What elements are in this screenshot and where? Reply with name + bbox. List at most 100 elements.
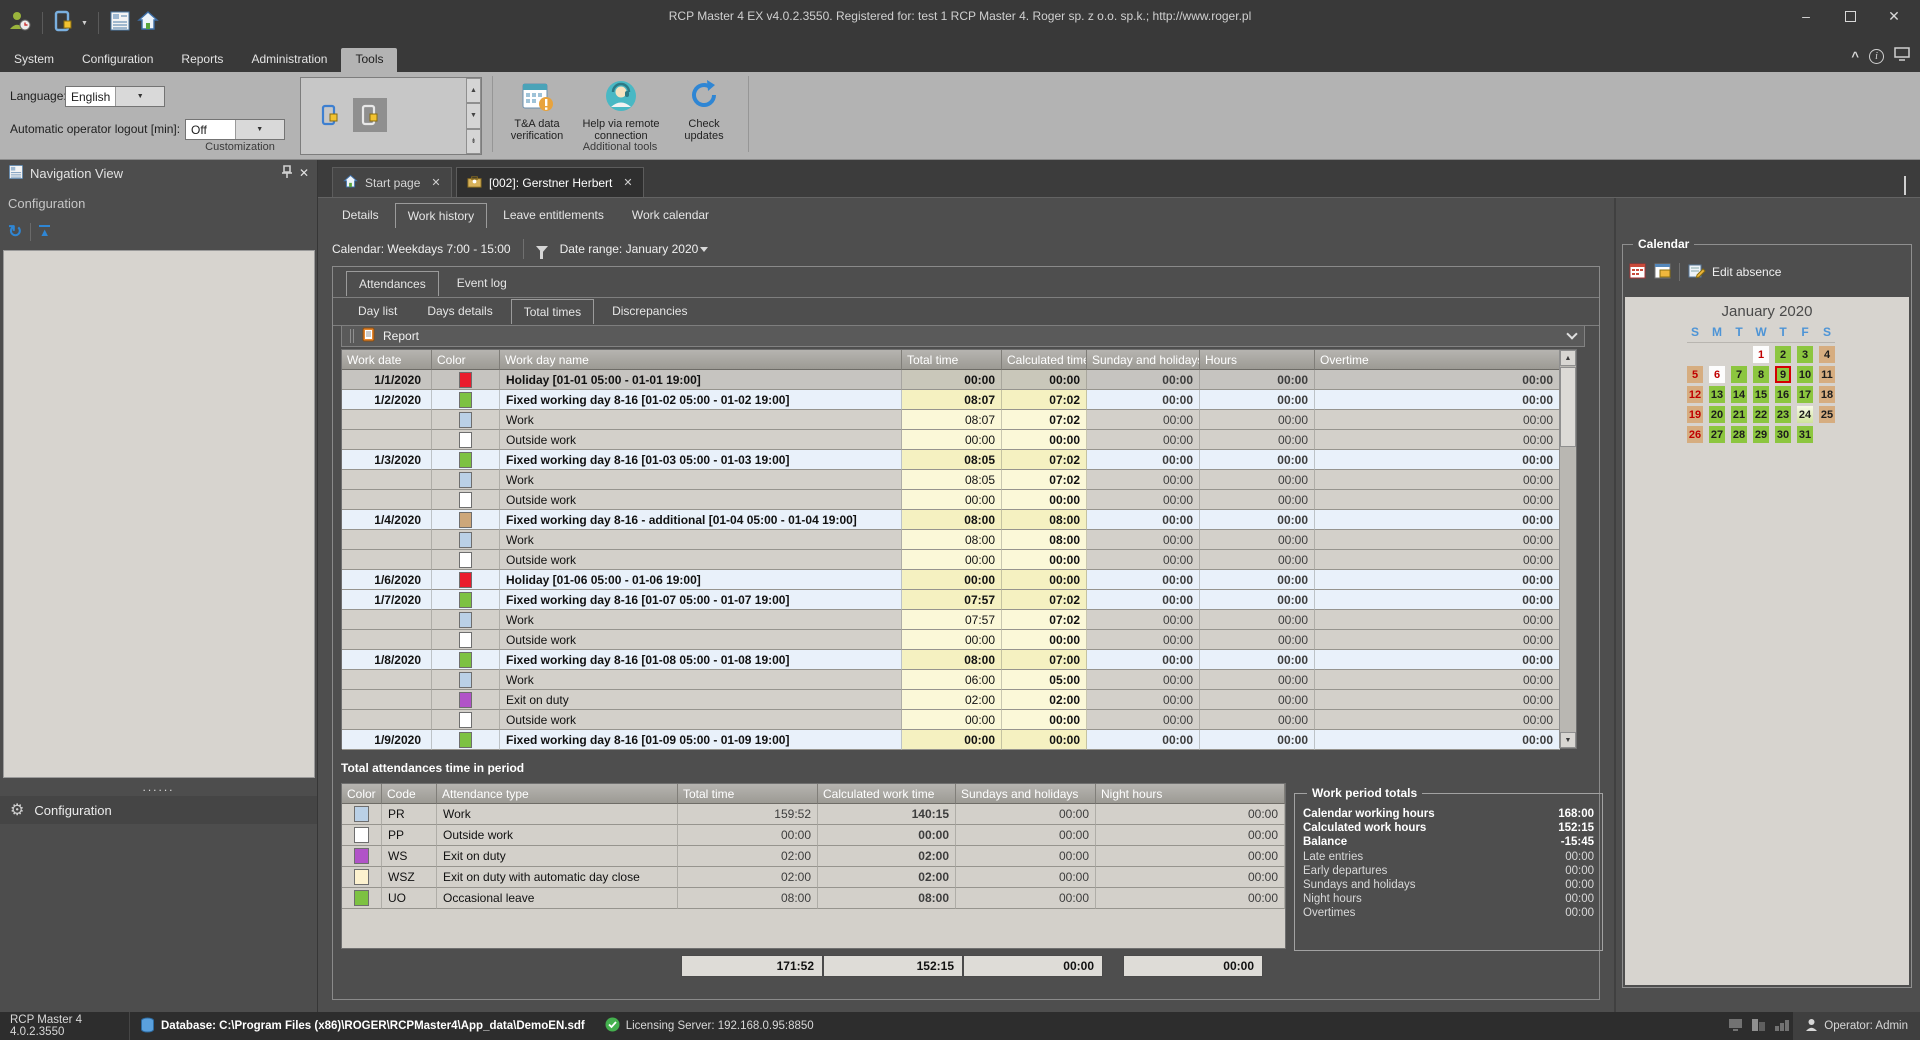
calendar-day-cell[interactable]: 15 <box>1753 386 1769 403</box>
menu-tab-administration[interactable]: Administration <box>237 48 341 72</box>
calendar-day-cell[interactable]: 22 <box>1753 406 1769 423</box>
edit-absence-button[interactable]: Edit absence <box>1688 263 1781 282</box>
calendar-day-cell[interactable]: 6 <box>1709 366 1725 383</box>
summary-row[interactable]: PP Outside work 00:00 00:00 00:00 00:00 <box>342 825 1285 846</box>
table-row[interactable]: Outside work 00:00 00:00 00:00 00:00 00:00 <box>342 490 1560 510</box>
table-row[interactable]: 1/7/2020 Fixed working day 8-16 [01-07 05… <box>342 590 1560 610</box>
column-header[interactable]: Night hours <box>1096 784 1285 804</box>
column-header[interactable]: Attendance type <box>437 784 678 804</box>
column-header[interactable]: Color <box>432 350 500 370</box>
vertical-scrollbar[interactable]: ▲ ▼ <box>1559 350 1576 748</box>
scroll-down-icon[interactable]: ▼ <box>466 103 481 129</box>
close-panel-icon[interactable]: ✕ <box>299 166 309 180</box>
calendar-day-cell[interactable]: 27 <box>1709 426 1725 443</box>
column-header[interactable]: Color <box>342 784 382 804</box>
scroll-end-icon[interactable]: ⇟ <box>466 128 481 154</box>
calendar-day-cell[interactable]: 30 <box>1775 426 1791 443</box>
screen-icon[interactable] <box>1894 47 1910 66</box>
maximize-button[interactable] <box>1828 0 1872 32</box>
column-header[interactable]: Work date <box>342 350 432 370</box>
column-header[interactable]: Sunday and holidays <box>1087 350 1200 370</box>
info-icon[interactable]: i <box>1869 49 1884 64</box>
language-combo[interactable]: English ▼ <box>65 86 165 107</box>
calendar-day-cell[interactable]: 25 <box>1819 406 1835 423</box>
ribbon-collapse-icon[interactable]: ^ <box>1851 49 1859 64</box>
calendar-day-cell[interactable]: 31 <box>1797 426 1813 443</box>
calendar-day-cell[interactable]: 17 <box>1797 386 1813 403</box>
calendar-day-cell[interactable]: 13 <box>1709 386 1725 403</box>
calendar-day-cell[interactable]: 28 <box>1731 426 1747 443</box>
status-operator-segment[interactable]: Operator: Admin <box>1793 1012 1920 1040</box>
summary-row[interactable]: WSZ Exit on duty with automatic day close… <box>342 867 1285 888</box>
collapse-all-icon[interactable]: ▲ <box>39 225 51 239</box>
calendar-edit-mode-icon[interactable] <box>1654 262 1671 282</box>
table-row[interactable]: Work 08:00 08:00 00:00 00:00 00:00 <box>342 530 1560 550</box>
report-collapsible-bar[interactable]: Report <box>341 325 1585 347</box>
column-header[interactable]: Overtime <box>1315 350 1560 370</box>
calendar-day-cell[interactable]: 20 <box>1709 406 1725 423</box>
tab-attendances[interactable]: Attendances <box>346 271 439 296</box>
table-row[interactable]: 1/3/2020 Fixed working day 8-16 [01-03 05… <box>342 450 1560 470</box>
app-item-icon-selected[interactable] <box>353 98 387 132</box>
calendar-day-cell[interactable]: 7 <box>1731 366 1747 383</box>
menu-tab-tools[interactable]: Tools <box>341 48 398 72</box>
tab-leave-entitlements[interactable]: Leave entitlements <box>491 203 616 228</box>
calendar-day-cell[interactable]: 8 <box>1753 366 1769 383</box>
tab-work-history[interactable]: Work history <box>394 203 488 228</box>
calendar-day-cell[interactable]: 3 <box>1797 346 1813 363</box>
calendar-day-cell[interactable]: 21 <box>1731 406 1747 423</box>
scrollbar-thumb[interactable] <box>1560 367 1576 447</box>
table-row[interactable]: 1/6/2020 Holiday [01-06 05:00 - 01-06 19:… <box>342 570 1560 590</box>
close-button[interactable]: ✕ <box>1872 0 1916 32</box>
table-row[interactable]: 1/1/2020 Holiday [01-01 05:00 - 01-01 19:… <box>342 370 1560 390</box>
table-row[interactable]: Work 07:57 07:02 00:00 00:00 00:00 <box>342 610 1560 630</box>
tab-total-times[interactable]: Total times <box>510 299 595 324</box>
calendar-day-cell[interactable]: 24 <box>1797 406 1813 423</box>
tab-discrepancies[interactable]: Discrepancies <box>600 299 699 324</box>
check-updates-button[interactable]: Check updates <box>672 78 736 142</box>
table-row[interactable]: Work 08:05 07:02 00:00 00:00 00:00 <box>342 470 1560 490</box>
chevron-down-icon[interactable]: ▼ <box>234 120 284 139</box>
table-row[interactable]: Exit on duty 02:00 02:00 00:00 00:00 00:00 <box>342 690 1560 710</box>
calendar-day-cell[interactable]: 14 <box>1731 386 1747 403</box>
calendar-day-cell[interactable]: 12 <box>1687 386 1703 403</box>
table-row[interactable]: Outside work 00:00 00:00 00:00 00:00 00:00 <box>342 550 1560 570</box>
sidebar-item-configuration[interactable]: ⚙ Configuration <box>0 796 317 824</box>
summary-row[interactable]: UO Occasional leave 08:00 08:00 00:00 00:00 <box>342 888 1285 909</box>
table-row[interactable]: Outside work 00:00 00:00 00:00 00:00 00:00 <box>342 630 1560 650</box>
ta-data-verification-button[interactable]: T&A data verification <box>500 78 574 142</box>
table-row[interactable]: Work 08:07 07:02 00:00 00:00 00:00 <box>342 410 1560 430</box>
close-tab-icon[interactable]: ✕ <box>619 176 632 189</box>
table-row[interactable]: Outside work 00:00 00:00 00:00 00:00 00:00 <box>342 430 1560 450</box>
tab-details[interactable]: Details <box>330 203 391 228</box>
calendar-day-cell[interactable]: 26 <box>1687 426 1703 443</box>
close-tab-icon[interactable]: ✕ <box>427 176 440 189</box>
date-range-dropdown[interactable]: Date range: January 2020 <box>560 242 709 256</box>
splitter[interactable] <box>1614 198 1616 1012</box>
logout-combo[interactable]: Off ▼ <box>185 119 285 140</box>
collapse-chevron-icon[interactable] <box>1566 328 1578 340</box>
column-header[interactable]: Calculated time <box>1002 350 1087 370</box>
tab-work-calendar[interactable]: Work calendar <box>620 203 721 228</box>
doc-tab-employee[interactable]: [002]: Gerstner Herbert ✕ <box>456 167 644 197</box>
calendar-day-cell[interactable]: 1 <box>1753 346 1769 363</box>
service-status-icon[interactable] <box>1728 1018 1743 1035</box>
minimize-button[interactable]: – <box>1784 0 1828 32</box>
network-status-icon[interactable] <box>1774 1018 1790 1035</box>
summary-row[interactable]: WS Exit on duty 02:00 02:00 00:00 00:00 <box>342 846 1285 867</box>
panel-splitter-dots[interactable]: ...... <box>0 780 317 794</box>
table-row[interactable]: Outside work 00:00 00:00 00:00 00:00 00:00 <box>342 710 1560 730</box>
calendar-day-cell[interactable]: 23 <box>1775 406 1791 423</box>
tab-list-chevron-icon[interactable] <box>1904 176 1906 195</box>
calendar-day-cell[interactable]: 2 <box>1775 346 1791 363</box>
calendar-day-cell[interactable]: 10 <box>1797 366 1813 383</box>
calendar-day-cell[interactable]: 9 <box>1775 366 1791 383</box>
column-header[interactable]: Work day name <box>500 350 902 370</box>
tab-days-details[interactable]: Days details <box>415 299 504 324</box>
app-item-icon[interactable] <box>313 98 347 132</box>
table-row[interactable]: 1/9/2020 Fixed working day 8-16 [01-09 05… <box>342 730 1560 750</box>
calendar-view-icon[interactable] <box>1629 262 1646 282</box>
table-row[interactable]: Work 06:00 05:00 00:00 00:00 00:00 <box>342 670 1560 690</box>
column-header[interactable]: Total time <box>678 784 818 804</box>
scroll-up-icon[interactable]: ▲ <box>1560 350 1576 366</box>
